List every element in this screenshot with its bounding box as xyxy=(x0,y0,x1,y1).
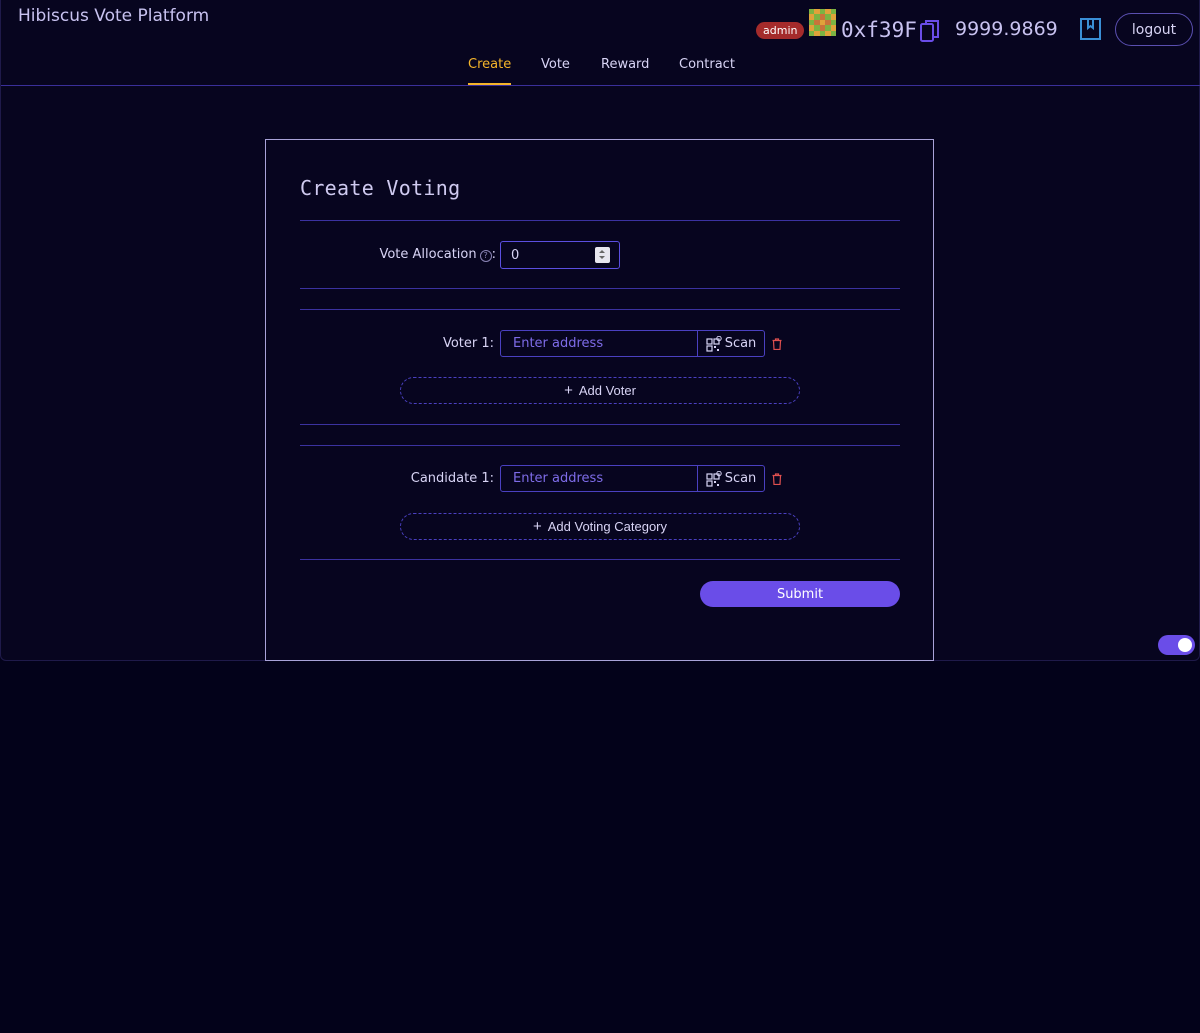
page-title: Create Voting xyxy=(300,176,461,200)
theme-toggle[interactable] xyxy=(1158,635,1195,655)
candidate-1-address-input[interactable]: Enter address xyxy=(501,466,697,491)
tab-contract[interactable]: Contract xyxy=(679,57,735,72)
tab-reward[interactable]: Reward xyxy=(601,57,649,72)
header: Hibiscus Vote Platform admin 0xf39F 9999… xyxy=(1,0,1200,86)
voter-1-address-input[interactable]: Enter address xyxy=(501,331,697,356)
divider xyxy=(300,445,900,446)
qr-scan-icon xyxy=(706,470,722,487)
app-frame: Hibiscus Vote Platform admin 0xf39F 9999… xyxy=(0,0,1200,661)
plus-icon: + xyxy=(564,382,573,399)
voter-1-scan-button[interactable]: Scan xyxy=(697,331,764,356)
number-spinner[interactable] xyxy=(595,247,610,263)
qr-scan-icon xyxy=(706,335,722,352)
add-voting-category-button[interactable]: + Add Voting Category xyxy=(400,513,800,540)
wallet-balance: 9999.9869 xyxy=(955,18,1058,40)
main-nav: Create Vote Reward Contract xyxy=(1,57,1200,86)
tab-vote[interactable]: Vote xyxy=(541,57,570,72)
divider xyxy=(300,424,900,425)
trash-icon[interactable] xyxy=(772,473,782,485)
wallet-address: 0xf39F xyxy=(841,18,917,42)
vote-allocation-value: 0 xyxy=(511,248,520,263)
divider xyxy=(300,288,900,289)
identicon-avatar xyxy=(809,9,836,36)
role-badge: admin xyxy=(756,22,805,39)
scan-label: Scan xyxy=(724,336,757,351)
logout-button[interactable]: logout xyxy=(1115,13,1193,46)
vote-allocation-label: Vote Allocation?: xyxy=(379,247,496,262)
scan-label: Scan xyxy=(724,471,757,486)
candidate-1-label: Candidate 1: xyxy=(410,471,494,486)
divider xyxy=(300,559,900,560)
create-voting-card: Create Voting Vote Allocation?: 0 Voter … xyxy=(265,139,934,661)
submit-button[interactable]: Submit xyxy=(700,581,900,607)
voter-1-address-field[interactable]: Enter address Scan xyxy=(500,330,765,357)
voter-1-label: Voter 1: xyxy=(442,336,494,351)
help-icon[interactable]: ? xyxy=(479,250,492,262)
vote-allocation-input[interactable]: 0 xyxy=(500,241,620,269)
copy-icon[interactable] xyxy=(920,19,940,43)
brand-title: Hibiscus Vote Platform xyxy=(18,6,210,26)
candidate-1-address-field[interactable]: Enter address Scan xyxy=(500,465,765,492)
divider xyxy=(300,309,900,310)
moon-icon xyxy=(1142,638,1147,649)
plus-icon: + xyxy=(532,518,542,535)
add-voting-category-label: Add Voting Category xyxy=(547,519,667,534)
tab-create[interactable]: Create xyxy=(468,57,512,85)
vote-allocation-label-text: Vote Allocation xyxy=(379,247,477,262)
add-voter-label: Add Voter xyxy=(578,383,636,398)
divider xyxy=(300,220,900,221)
bookmark-icon[interactable] xyxy=(1080,18,1101,40)
trash-icon[interactable] xyxy=(772,338,782,350)
add-voter-button[interactable]: + Add Voter xyxy=(400,377,800,404)
candidate-1-scan-button[interactable]: Scan xyxy=(697,466,764,491)
